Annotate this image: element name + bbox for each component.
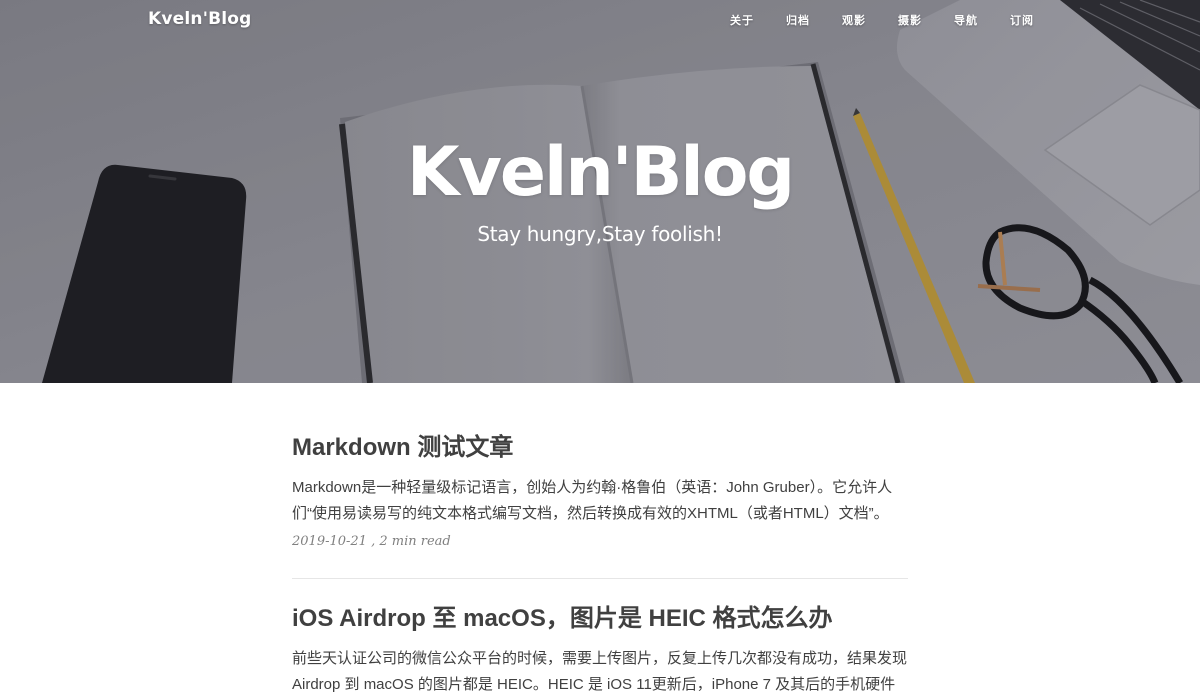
post-title-link[interactable]: iOS Airdrop 至 macOS，图片是 HEIC 格式怎么办 <box>292 604 908 634</box>
nav-subscribe-link[interactable]: 订阅 <box>994 12 1050 28</box>
post-excerpt[interactable]: Markdown是一种轻量级标记语言，创始人为约翰·格鲁伯（英语：John Gr… <box>292 475 908 527</box>
nav-navigation-link[interactable]: 导航 <box>938 12 994 28</box>
brand-link[interactable]: Kveln'Blog <box>148 9 252 29</box>
post-excerpt[interactable]: 前些天认证公司的微信公众平台的时候，需要上传图片，反复上传几次都没有成功，结果发… <box>292 646 908 698</box>
nav-about-link[interactable]: 关于 <box>714 12 770 28</box>
hero-subtitle: Stay hungry,Stay foolish! <box>477 222 723 246</box>
hero-heading: Kveln'Blog Stay hungry,Stay foolish! <box>0 133 1200 247</box>
post-title-link[interactable]: Markdown 测试文章 <box>292 433 908 463</box>
hero-header: Kveln'Blog 关于 归档 观影 摄影 导航 订阅 Kveln'Blog … <box>0 0 1200 383</box>
post-list: Markdown 测试文章 Markdown是一种轻量级标记语言，创始人为约翰·… <box>292 383 908 698</box>
post-preview: iOS Airdrop 至 macOS，图片是 HEIC 格式怎么办 前些天认证… <box>292 579 908 698</box>
nav-movies-link[interactable]: 观影 <box>826 12 882 28</box>
hero-title: Kveln'Blog <box>406 133 795 212</box>
post-preview: Markdown 测试文章 Markdown是一种轻量级标记语言，创始人为约翰·… <box>292 383 908 551</box>
nav-links: 关于 归档 观影 摄影 导航 订阅 <box>714 12 1050 28</box>
top-navbar: Kveln'Blog 关于 归档 观影 摄影 导航 订阅 <box>0 0 1200 40</box>
post-meta: 2019-10-21 , 2 min read <box>292 534 451 549</box>
nav-archive-link[interactable]: 归档 <box>770 12 826 28</box>
nav-photography-link[interactable]: 摄影 <box>882 12 938 28</box>
